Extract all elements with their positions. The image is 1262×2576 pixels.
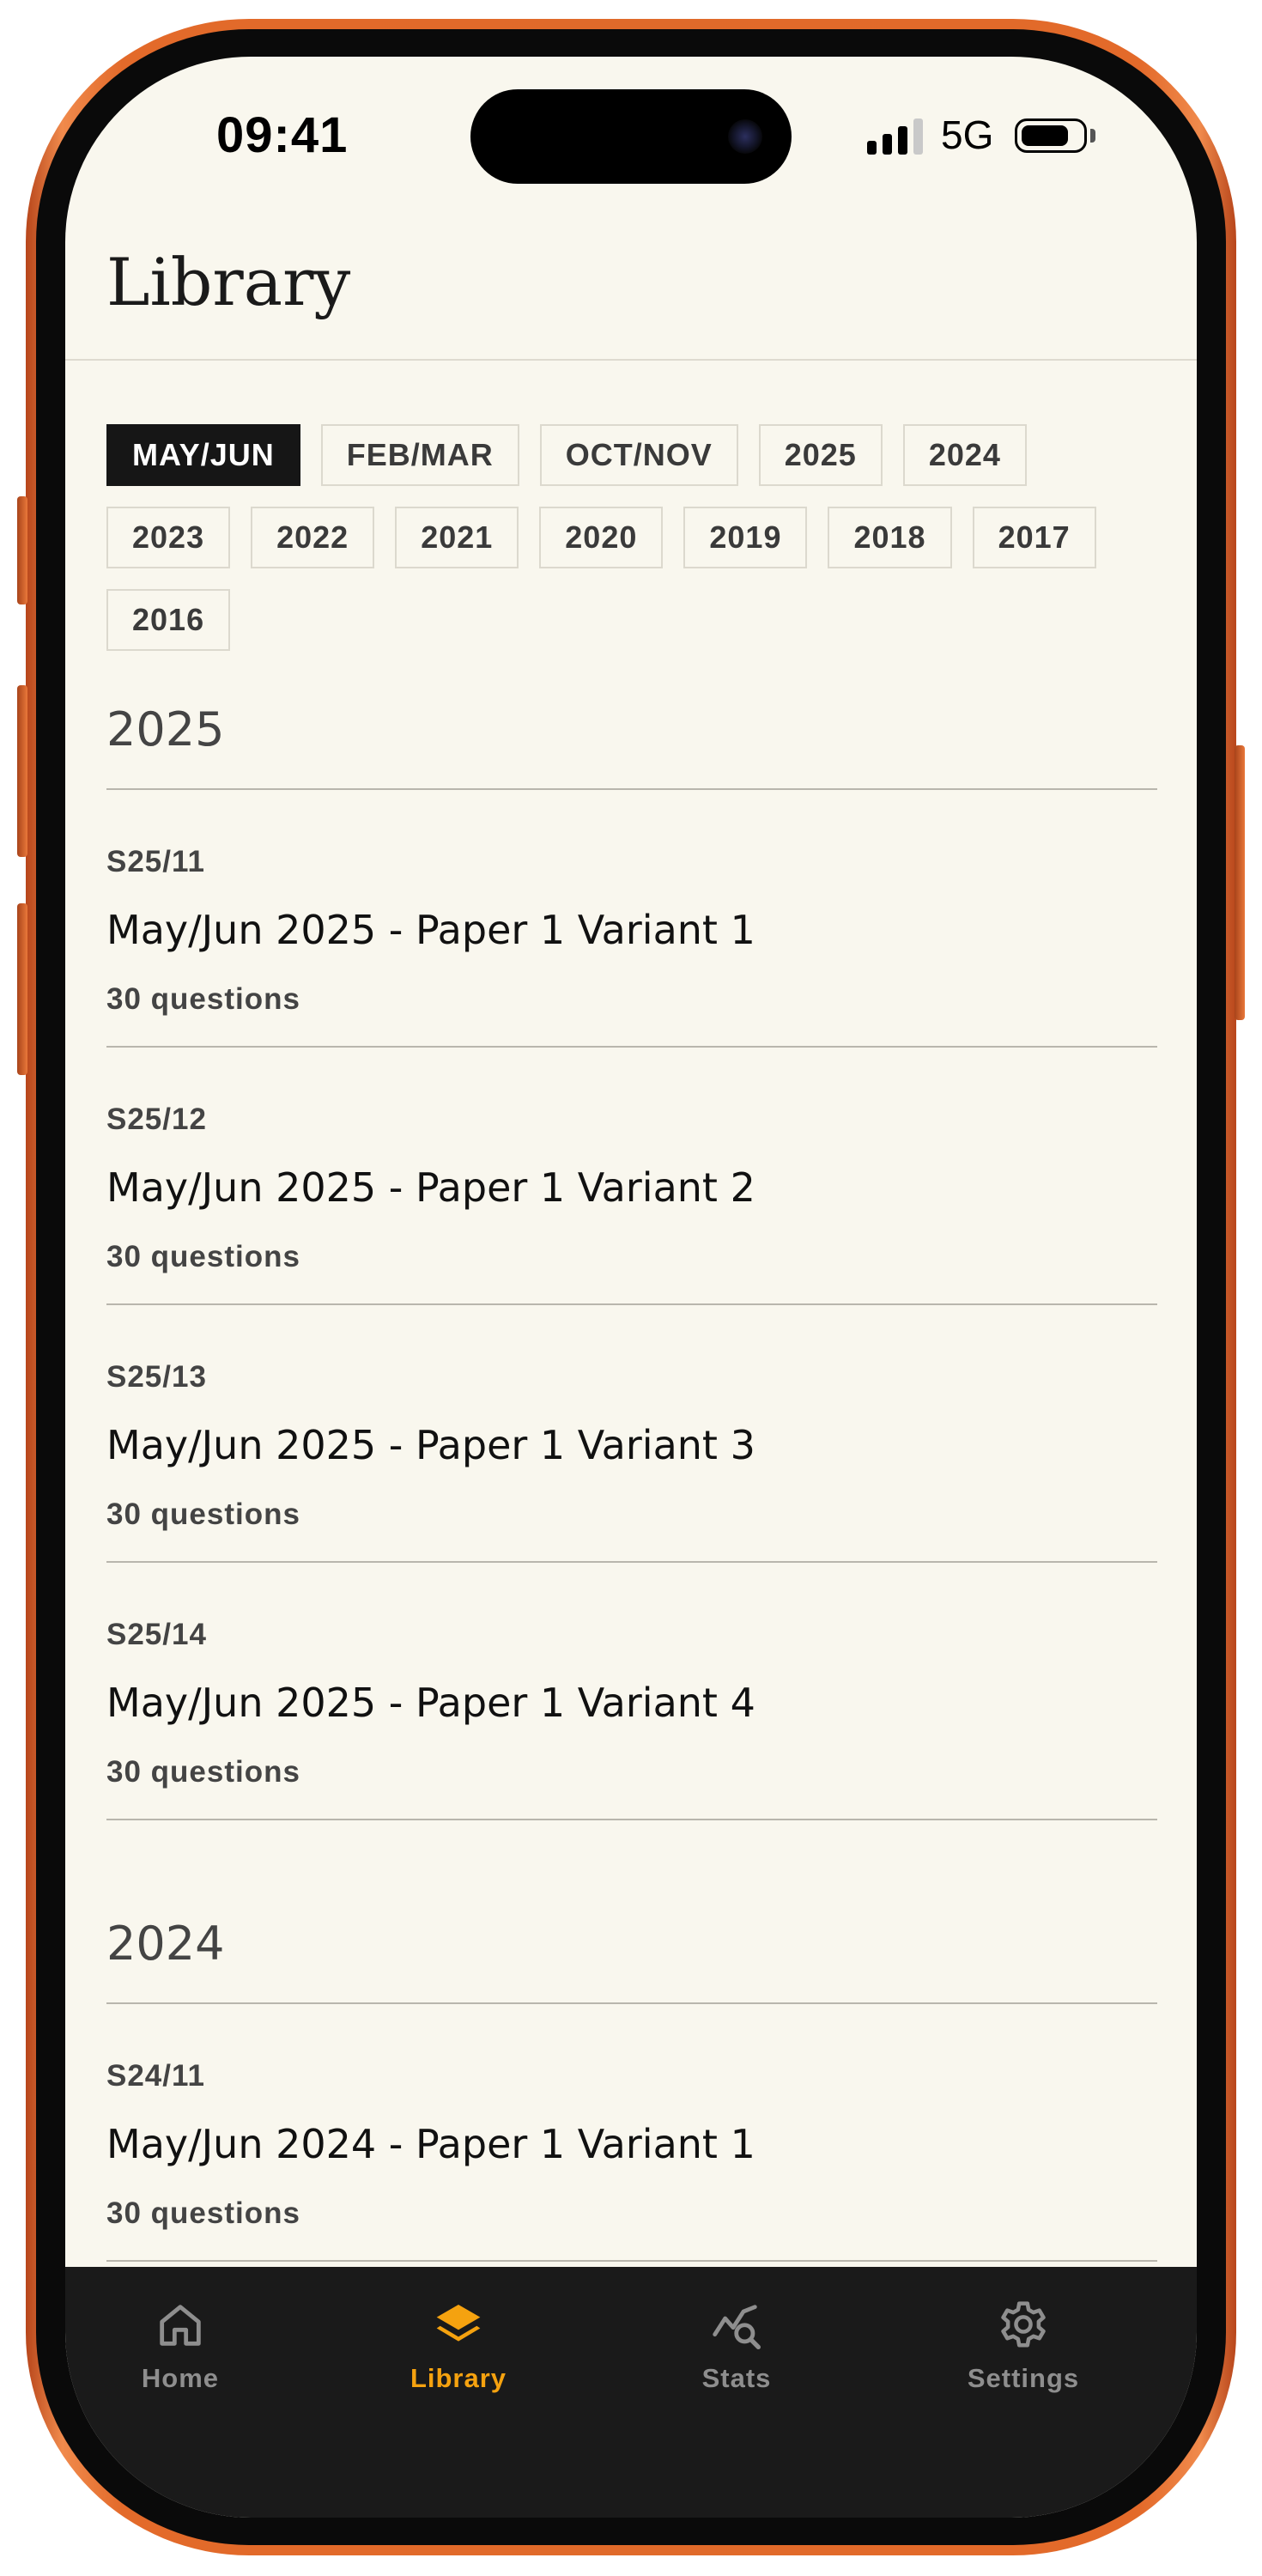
volume-down-button — [17, 903, 27, 1075]
paper-list-item[interactable]: S25/14 May/Jun 2025 - Paper 1 Variant 4 30… — [106, 1563, 1157, 1820]
paper-code: S25/13 — [106, 1360, 207, 1394]
tab-home-label: Home — [141, 2363, 220, 2393]
filter-chip-2016[interactable]: 2016 — [106, 589, 231, 651]
battery-icon — [1015, 118, 1087, 153]
paper-code: S25/14 — [106, 1618, 207, 1651]
tab-home[interactable]: Home — [69, 2267, 292, 2413]
section-heading: 2025 — [106, 702, 225, 756]
tab-library[interactable]: Library — [347, 2267, 570, 2413]
front-camera-icon — [728, 119, 762, 154]
screen: 09:41 5G Library MAY/JUN FEB/MAR OCT/NOV 20… — [65, 57, 1197, 2518]
paper-code: S25/11 — [106, 845, 205, 878]
battery-level — [1022, 125, 1068, 146]
question-count: 30 questions — [106, 1755, 300, 1789]
filter-chip-2024[interactable]: 2024 — [902, 424, 1027, 486]
tab-settings-label: Settings — [967, 2363, 1080, 2393]
paper-title: May/Jun 2025 - Paper 1 Variant 1 — [106, 907, 755, 953]
filter-chip-feb-mar[interactable]: FEB/MAR — [320, 424, 519, 486]
layers-icon — [436, 2305, 481, 2342]
page-title: Library — [106, 244, 351, 320]
filter-chip-2020[interactable]: 2020 — [539, 507, 664, 568]
action-button — [17, 496, 27, 605]
filter-chip-2017[interactable]: 2017 — [972, 507, 1096, 568]
paper-list-item[interactable]: S24/11 May/Jun 2024 - Paper 1 Variant 1 30… — [106, 2004, 1157, 2262]
filter-chip-2019[interactable]: 2019 — [683, 507, 808, 568]
filter-chip-oct-nov[interactable]: OCT/NOV — [539, 424, 738, 486]
paper-list-item[interactable]: S25/11 May/Jun 2025 - Paper 1 Variant 1 30… — [106, 790, 1157, 1048]
question-count: 30 questions — [106, 2196, 300, 2230]
paper-title: May/Jun 2025 - Paper 1 Variant 2 — [106, 1164, 755, 1211]
question-count: 30 questions — [106, 1240, 300, 1273]
filter-chips: MAY/JUN FEB/MAR OCT/NOV 2025 2024 2023 2022 202… — [106, 424, 1162, 651]
paper-list-item[interactable]: S25/12 May/Jun 2025 - Paper 1 Variant 2 30… — [106, 1048, 1157, 1305]
tab-stats-label: Stats — [701, 2363, 772, 2393]
tab-settings[interactable]: Settings — [912, 2267, 1135, 2413]
tab-library-label: Library — [410, 2363, 507, 2393]
paper-title: May/Jun 2025 - Paper 1 Variant 3 — [106, 1422, 755, 1468]
filter-chip-2023[interactable]: 2023 — [106, 507, 231, 568]
battery-terminal — [1090, 129, 1095, 143]
gear-icon — [1001, 2301, 1046, 2348]
power-button — [1235, 745, 1245, 1020]
tab-bar: Home Library Stats Settings — [65, 2267, 1197, 2518]
filter-chip-2018[interactable]: 2018 — [828, 507, 952, 568]
paper-list-item[interactable]: S25/13 May/Jun 2025 - Paper 1 Variant 3 30… — [106, 1305, 1157, 1563]
paper-title: May/Jun 2024 - Paper 1 Variant 1 — [106, 2121, 755, 2167]
home-icon — [160, 2305, 201, 2346]
section-heading: 2024 — [106, 1917, 225, 1971]
filter-chip-2025[interactable]: 2025 — [758, 424, 883, 486]
filter-chip-may-jun[interactable]: MAY/JUN — [106, 424, 300, 486]
filter-chip-2021[interactable]: 2021 — [395, 507, 519, 568]
stats-search-icon — [713, 2305, 761, 2349]
tab-stats[interactable]: Stats — [625, 2267, 848, 2413]
status-time: 09:41 — [216, 107, 349, 163]
question-count: 30 questions — [106, 1498, 300, 1531]
paper-title: May/Jun 2025 - Paper 1 Variant 4 — [106, 1680, 755, 1726]
cellular-signal-icon — [867, 118, 924, 155]
header-divider — [65, 359, 1197, 361]
paper-code: S24/11 — [106, 2059, 205, 2093]
filter-chip-2022[interactable]: 2022 — [251, 507, 375, 568]
dynamic-island — [470, 89, 792, 184]
network-type: 5G — [941, 112, 994, 157]
volume-up-button — [17, 685, 27, 857]
paper-code: S25/12 — [106, 1103, 207, 1136]
question-count: 30 questions — [106, 982, 300, 1016]
